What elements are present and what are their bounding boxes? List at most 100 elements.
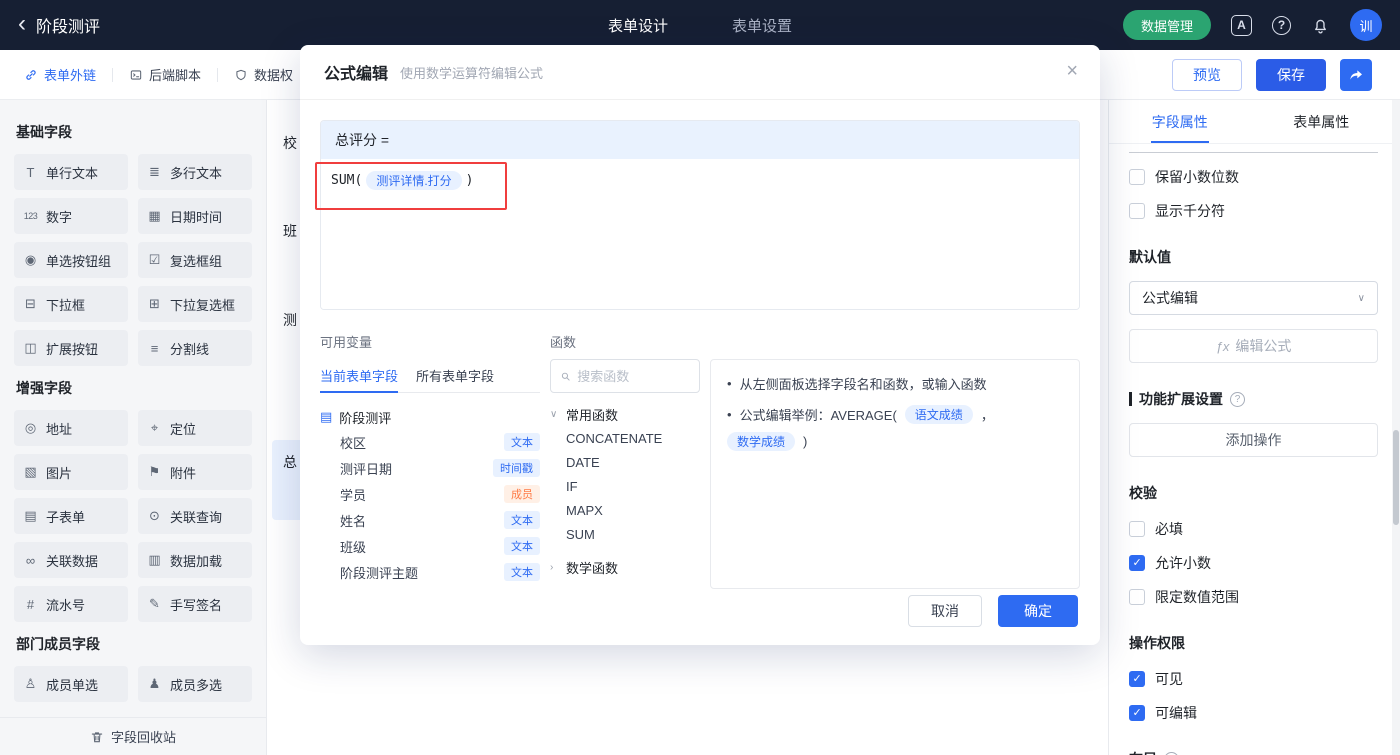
sidebar-field-item[interactable]: 123数字 bbox=[14, 198, 128, 234]
sidebar-field-item[interactable]: ▤子表单 bbox=[14, 498, 128, 534]
help-circle-icon[interactable]: ? bbox=[1164, 752, 1179, 755]
sidebar-field-item[interactable]: ▧图片 bbox=[14, 454, 128, 490]
function-group-text[interactable]: › 文本函数 bbox=[550, 588, 700, 589]
add-action-button[interactable]: 添加操作 bbox=[1129, 423, 1378, 457]
sidebar-field-item[interactable]: ☑复选框组 bbox=[138, 242, 252, 278]
checkbox[interactable] bbox=[1129, 705, 1145, 721]
preview-button[interactable]: 预览 bbox=[1172, 59, 1242, 91]
header-actions: 数据管理 A ? 训 bbox=[1123, 9, 1382, 41]
field-type-label: 数据加载 bbox=[170, 551, 222, 570]
basic-fields-grid: T单行文本 ≣多行文本 123数字 ▦ 日期时间 ◉单选按钮组 ☑复选框组 ⊟下拉… bbox=[14, 154, 252, 366]
field-recycle-bin[interactable]: 字段回收站 bbox=[0, 717, 266, 755]
sidebar-field-item[interactable]: ▥ 数据加载 bbox=[138, 542, 252, 578]
checkbox[interactable] bbox=[1129, 203, 1145, 219]
sidebar-field-item[interactable]: T单行文本 bbox=[14, 154, 128, 190]
function-item[interactable]: MAPX bbox=[550, 498, 700, 522]
field-type-icon: ▦ bbox=[146, 208, 163, 224]
sidebar-field-item[interactable]: ♙成员单选 bbox=[14, 666, 128, 702]
checkbox[interactable] bbox=[1129, 671, 1145, 687]
backend-script-item[interactable]: 后端脚本 bbox=[129, 65, 201, 84]
function-item[interactable]: SUM bbox=[550, 522, 700, 546]
variable-field-row[interactable]: 班级文本 bbox=[320, 533, 540, 559]
tab-field-properties[interactable]: 字段属性 bbox=[1109, 100, 1251, 143]
sidebar-field-item[interactable]: ▦ 日期时间 bbox=[138, 198, 252, 234]
data-manage-button[interactable]: 数据管理 bbox=[1123, 10, 1211, 40]
formula-editor-area[interactable]: SUM( 测评详情.打分 ) bbox=[321, 159, 1079, 309]
tab-form-design[interactable]: 表单设计 bbox=[608, 15, 668, 36]
checkbox-row: 可编辑 bbox=[1129, 703, 1378, 723]
field-type-icon: ⊟ bbox=[22, 296, 39, 312]
variable-field-row[interactable]: 阶段测评主题文本 bbox=[320, 559, 540, 585]
help-icon[interactable]: ? bbox=[1272, 16, 1291, 35]
cancel-button[interactable]: 取消 bbox=[908, 595, 982, 627]
checkbox-row: 显示千分符 bbox=[1129, 201, 1378, 221]
function-item[interactable]: DATE bbox=[550, 450, 700, 474]
function-group-common[interactable]: ∨ 常用函数 bbox=[550, 402, 700, 426]
checkbox-label: 可见 bbox=[1155, 669, 1183, 689]
back-icon[interactable]: ‹ bbox=[18, 12, 26, 36]
sidebar-field-item[interactable]: ⊙关联查询 bbox=[138, 498, 252, 534]
avatar[interactable]: 训 bbox=[1350, 9, 1382, 41]
scrollbar-thumb[interactable] bbox=[1393, 430, 1399, 525]
sidebar-field-item[interactable]: ≡分割线 bbox=[138, 330, 252, 366]
tab-current-form-fields[interactable]: 当前表单字段 bbox=[320, 359, 398, 392]
layout-title-label: 布局 bbox=[1129, 749, 1157, 755]
function-item[interactable]: CONCATENATE bbox=[550, 426, 700, 450]
help-circle-icon[interactable]: ? bbox=[1230, 392, 1245, 407]
data-permission-item[interactable]: 数据权 bbox=[234, 65, 293, 84]
partially-scrolled-control bbox=[1129, 152, 1378, 153]
sidebar-field-item[interactable]: ♟成员多选 bbox=[138, 666, 252, 702]
function-item[interactable]: IF bbox=[550, 474, 700, 498]
formula-target: 总评分 = bbox=[321, 121, 1079, 159]
tab-form-settings[interactable]: 表单设置 bbox=[732, 15, 792, 36]
form-external-link-item[interactable]: 表单外链 bbox=[24, 65, 96, 84]
field-type-icon: ✎ bbox=[146, 596, 163, 612]
function-group-math[interactable]: › 数学函数 bbox=[550, 555, 700, 579]
field-type-icon: ◎ bbox=[22, 420, 39, 436]
sidebar-field-item[interactable]: ◫扩展按钮 bbox=[14, 330, 128, 366]
field-type-tag: 时间戳 bbox=[493, 459, 540, 477]
variable-field-row[interactable]: 姓名文本 bbox=[320, 507, 540, 533]
field-type-tag: 成员 bbox=[504, 485, 540, 503]
edit-formula-button[interactable]: ƒx 编辑公式 bbox=[1129, 329, 1378, 363]
sidebar-field-item[interactable]: ◎地址 bbox=[14, 410, 128, 446]
field-type-icon: ▥ bbox=[146, 552, 163, 568]
tab-form-properties[interactable]: 表单属性 bbox=[1251, 100, 1393, 143]
variables-tree-root[interactable]: ▤ 阶段测评 bbox=[320, 405, 540, 429]
sidebar-field-item[interactable]: ✎手写签名 bbox=[138, 586, 252, 622]
function-search-input[interactable] bbox=[577, 369, 690, 384]
checkbox[interactable] bbox=[1129, 555, 1145, 571]
sidebar-field-item[interactable]: ⌖定位 bbox=[138, 410, 252, 446]
notification-icon[interactable] bbox=[1311, 16, 1330, 35]
formula-field-pill[interactable]: 测评详情.打分 bbox=[366, 171, 461, 190]
field-type-icon: ◉ bbox=[22, 252, 39, 268]
sidebar-field-item[interactable]: ⊟下拉框 bbox=[14, 286, 128, 322]
sidebar-field-item[interactable]: ≣多行文本 bbox=[138, 154, 252, 190]
canvas-partial-label: 校 bbox=[283, 133, 297, 153]
variable-field-row[interactable]: 校区文本 bbox=[320, 429, 540, 455]
sidebar-field-item[interactable]: ∞关联数据 bbox=[14, 542, 128, 578]
confirm-button[interactable]: 确定 bbox=[998, 595, 1078, 627]
checkbox[interactable] bbox=[1129, 589, 1145, 605]
share-button[interactable] bbox=[1340, 59, 1372, 91]
default-value-select[interactable]: 公式编辑 ∨ bbox=[1129, 281, 1378, 315]
field-type-label: 关联查询 bbox=[170, 507, 222, 526]
sidebar-field-item[interactable]: ⚑附件 bbox=[138, 454, 252, 490]
form-icon: ▤ bbox=[320, 409, 332, 425]
variable-field-row[interactable]: 学员成员 bbox=[320, 481, 540, 507]
checkbox[interactable] bbox=[1129, 521, 1145, 537]
tab-all-form-fields[interactable]: 所有表单字段 bbox=[416, 359, 494, 392]
sidebar-field-item[interactable]: ⊞下拉复选框 bbox=[138, 286, 252, 322]
canvas-partial-label: 班 bbox=[283, 221, 297, 241]
select-value: 公式编辑 bbox=[1142, 288, 1198, 308]
save-button[interactable]: 保存 bbox=[1256, 59, 1326, 91]
sidebar-field-item[interactable]: #流水号 bbox=[14, 586, 128, 622]
close-icon[interactable]: × bbox=[1066, 61, 1078, 81]
variables-root-label: 阶段测评 bbox=[339, 408, 391, 427]
checkbox[interactable] bbox=[1129, 169, 1145, 185]
sidebar-field-item[interactable]: ◉单选按钮组 bbox=[14, 242, 128, 278]
variable-field-row[interactable]: 测评日期时间戳 bbox=[320, 455, 540, 481]
properties-panel: 字段属性 表单属性 保留小数位数 显示千分符 默认值 公式编辑 ∨ ƒx 编辑公… bbox=[1108, 100, 1392, 755]
field-type-label: 日期时间 bbox=[170, 207, 222, 226]
translate-icon[interactable]: A bbox=[1231, 15, 1252, 36]
